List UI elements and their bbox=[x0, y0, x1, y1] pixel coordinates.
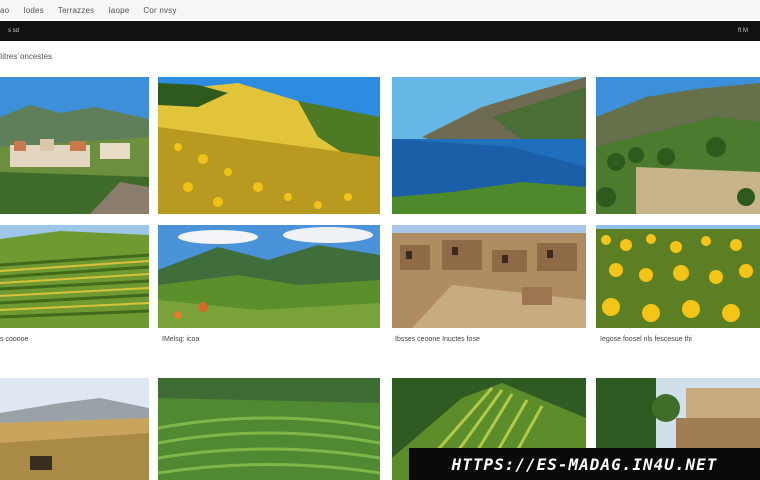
caption-sunflower-field: Iegose foosel nls fescesue thi bbox=[600, 336, 692, 343]
photo-card-coastal-cliffs[interactable] bbox=[392, 77, 586, 214]
photo-mountain-valley bbox=[596, 77, 760, 214]
photo-sunflower-field bbox=[596, 225, 760, 328]
photo-terraced-valley bbox=[158, 378, 380, 480]
photo-card-yellow-flower-hill[interactable] bbox=[158, 77, 380, 214]
nav-link-iodes[interactable]: Iodes bbox=[23, 6, 44, 15]
watermark-text: HTTPS://ES-MADAG.IN4U.NET bbox=[451, 454, 718, 474]
photo-coastal-cliffs bbox=[392, 77, 586, 214]
caption-green-mountains: IMelsg: icoa bbox=[162, 336, 200, 343]
caption-old-stone-town: Ibsses ceoone Inuctes fose bbox=[395, 336, 480, 343]
photo-card-hillside-village[interactable] bbox=[0, 77, 149, 214]
photo-village-trees bbox=[596, 378, 760, 448]
photo-card-wheat-fields[interactable] bbox=[0, 378, 149, 480]
nav-link-cor-nvsy[interactable]: Cor nvsy bbox=[143, 6, 176, 15]
photo-card-sunflower-field[interactable] bbox=[596, 225, 760, 328]
top-navigation: ao Iodes Terrazzes Iaope Cor nvsy bbox=[0, 0, 760, 20]
photo-card-mountain-valley[interactable] bbox=[596, 77, 760, 214]
watermark-banner: HTTPS://ES-MADAG.IN4U.NET bbox=[409, 448, 760, 480]
photo-card-terraced-valley[interactable] bbox=[158, 378, 380, 480]
caption-vineyard-rows: s cooooe bbox=[0, 336, 29, 343]
photo-vineyard-rows bbox=[0, 225, 149, 328]
toolbar-right-text[interactable]: ft M bbox=[738, 28, 748, 34]
gallery-title: Iitres´oncestes bbox=[0, 52, 53, 61]
photo-card-old-stone-town[interactable] bbox=[392, 225, 586, 328]
photo-card-vineyard-rows[interactable] bbox=[0, 225, 149, 328]
photo-card-green-mountains[interactable] bbox=[158, 225, 380, 328]
toolbar: s sd ft M bbox=[0, 21, 760, 41]
photo-old-stone-town bbox=[392, 225, 586, 328]
photo-yellow-flower-hill bbox=[158, 77, 380, 214]
photo-hillside-village bbox=[0, 77, 149, 214]
toolbar-left-text: s sd bbox=[8, 28, 20, 34]
photo-green-mountains bbox=[158, 225, 380, 328]
nav-link-iaope[interactable]: Iaope bbox=[108, 6, 129, 15]
nav-link-home[interactable]: ao bbox=[0, 6, 9, 15]
nav-link-terrazzes[interactable]: Terrazzes bbox=[58, 6, 94, 15]
photo-card-village-trees[interactable] bbox=[596, 378, 760, 448]
photo-wheat-fields bbox=[0, 378, 149, 480]
